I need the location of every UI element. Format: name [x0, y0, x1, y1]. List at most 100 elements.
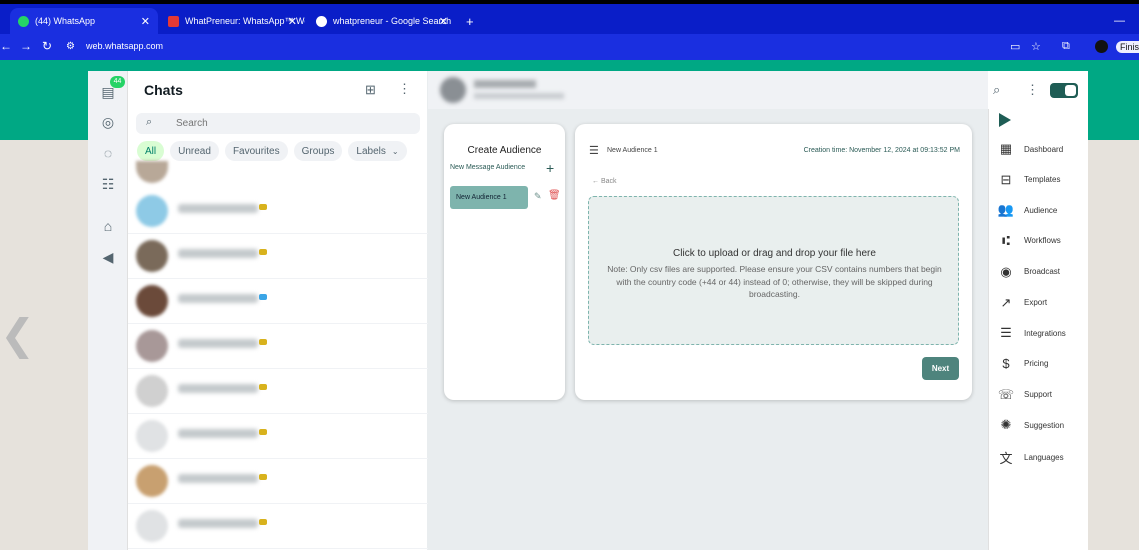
whatsapp-app: ▤ 44 ◎ ◌ ☷ ⌂ ◀ Chats ⊞ ⋮ ⌕ All Unread Fa…: [88, 71, 1088, 550]
megaphone-icon[interactable]: ◀: [99, 248, 117, 266]
chat-list-item[interactable]: [128, 504, 428, 549]
menu-item-workflows[interactable]: ⑆ Workflows: [997, 233, 1061, 248]
finish-update-button[interactable]: Finish: [1116, 41, 1139, 53]
menu-icon[interactable]: ☰: [589, 144, 599, 157]
more-options-icon[interactable]: ⋮: [1026, 82, 1039, 98]
menu-item-languages[interactable]: 文 Languages: [997, 448, 1063, 467]
avatar: [136, 330, 168, 362]
new-message-audience-label: New Message Audience: [450, 164, 526, 171]
avatar: [136, 161, 168, 183]
site-settings-icon[interactable]: ⚙: [66, 41, 75, 52]
search-box: ⌕: [136, 113, 420, 134]
new-tab-button[interactable]: +: [458, 8, 478, 34]
minimize-icon[interactable]: —: [1106, 8, 1126, 34]
extension-toggle[interactable]: [1050, 83, 1078, 98]
filter-unread[interactable]: Unread: [170, 141, 219, 161]
avatar[interactable]: [440, 77, 466, 103]
extensions-icon[interactable]: ⧉: [1062, 40, 1070, 53]
support-icon: ☏: [997, 386, 1015, 402]
chats-title: Chats: [144, 82, 183, 98]
arrow-left-icon: ←: [592, 178, 601, 185]
filter-all[interactable]: All: [137, 141, 165, 161]
more-options-icon[interactable]: ⋮: [398, 81, 411, 97]
menu-item-audience[interactable]: 👥 Audience: [997, 202, 1057, 218]
chat-list-item[interactable]: [128, 324, 428, 369]
status-icon[interactable]: ◎: [99, 113, 117, 131]
add-audience-icon[interactable]: +: [546, 160, 554, 176]
tab-whatsapp[interactable]: (44) WhatsApp ✕: [10, 8, 158, 34]
label-tag-icon: [259, 384, 267, 390]
menu-item-export[interactable]: ↗ Export: [997, 294, 1048, 311]
broadcast-icon: ◉: [1000, 263, 1012, 279]
chat-name-blurred: [178, 294, 258, 303]
profile-avatar[interactable]: [1095, 40, 1108, 53]
back-label: Back: [600, 178, 617, 185]
reload-icon[interactable]: ↻: [42, 39, 52, 53]
file-dropzone[interactable]: Click to upload or drag and drop your fi…: [588, 196, 959, 345]
nav-rail: ▤ 44 ◎ ◌ ☷ ⌂ ◀: [88, 71, 128, 550]
menu-item-label: Support: [1024, 390, 1053, 400]
search-input[interactable]: [176, 116, 406, 131]
whatpreneur-menu: ▦ Dashboard ⊟ Templates 👥 Audience ⑆ Workflows ◉…: [988, 109, 1088, 550]
menu-item-label: Integrations: [1024, 328, 1066, 338]
tab-google-search[interactable]: whatpreneur - Google Search ✕: [308, 8, 456, 34]
menu-item-integrations[interactable]: ☰ Integrations: [997, 325, 1066, 341]
install-app-icon[interactable]: ▭: [1010, 40, 1020, 53]
chat-list-item[interactable]: [128, 279, 428, 324]
chat-name-blurred: [178, 204, 258, 213]
close-icon[interactable]: ✕: [439, 15, 448, 28]
back-arrow-icon[interactable]: ←: [0, 39, 12, 53]
dashboard-icon: ▦: [999, 141, 1013, 156]
new-chat-icon[interactable]: ⊞: [365, 82, 376, 98]
close-icon[interactable]: ✕: [288, 15, 297, 28]
filter-labels[interactable]: Labels ⌄: [348, 141, 407, 161]
menu-item-label: Dashboard: [1024, 144, 1064, 154]
chat-list-item[interactable]: [128, 459, 428, 504]
chat-name-blurred: [178, 474, 258, 483]
forward-arrow-icon[interactable]: →: [20, 39, 32, 53]
chat-list-item[interactable]: [128, 234, 428, 279]
menu-item-support[interactable]: ☏ Support: [997, 387, 1052, 403]
avatar: [136, 240, 168, 272]
label-tag-icon: [259, 204, 267, 210]
menu-item-label: Templates: [1024, 175, 1061, 185]
languages-icon: 文: [999, 451, 1013, 466]
channels-icon[interactable]: ◌: [99, 144, 117, 162]
contact-name-blurred: [474, 80, 536, 88]
chevron-down-icon: ⌄: [391, 146, 399, 156]
suggestion-icon: ✺: [1000, 417, 1012, 433]
chat-list-item[interactable]: [128, 369, 428, 414]
filter-favourites[interactable]: Favourites: [224, 141, 288, 161]
chat-filters: All Unread Favourites Groups Labels ⌄: [137, 141, 407, 161]
store-icon[interactable]: ⌂: [99, 217, 117, 235]
url-field[interactable]: web.whatsapp.com: [86, 41, 163, 51]
upload-note: Note: Only csv files are supported. Plea…: [607, 264, 942, 299]
audience-list-item[interactable]: New Audience 1: [450, 186, 528, 209]
communities-icon[interactable]: ☷: [99, 175, 117, 193]
tab-title: (44) WhatsApp: [35, 16, 96, 26]
menu-item-templates[interactable]: ⊟ Templates: [997, 172, 1061, 188]
menu-item-broadcast[interactable]: ◉ Broadcast: [997, 264, 1060, 280]
next-button[interactable]: Next: [922, 357, 959, 380]
bookmark-star-icon[interactable]: ☆: [1031, 40, 1041, 53]
label-tag-icon: [259, 339, 267, 345]
edit-icon[interactable]: ✎: [534, 191, 542, 202]
menu-item-label: Broadcast: [1024, 267, 1061, 277]
menu-item-dashboard[interactable]: ▦ Dashboard: [997, 141, 1063, 157]
tab-whatpreneur[interactable]: WhatPreneur: WhatsApp™ Web ✕: [160, 8, 305, 34]
avatar: [136, 285, 168, 317]
chevron-left-icon[interactable]: ❮: [0, 310, 35, 359]
chat-list-item[interactable]: [128, 189, 428, 234]
trash-icon[interactable]: 🗑: [548, 190, 561, 201]
export-icon: ↗: [1000, 294, 1012, 310]
back-link[interactable]: ← Back: [592, 178, 617, 185]
chat-list-item[interactable]: [128, 414, 428, 459]
menu-item-suggestion[interactable]: ✺ Suggestion: [997, 417, 1064, 433]
menu-item-pricing[interactable]: $ Pricing: [997, 356, 1048, 371]
creation-time: Creation time: November 12, 2024 at 09:1…: [803, 147, 960, 154]
close-icon[interactable]: ✕: [141, 15, 150, 28]
filter-label-text: Labels: [356, 145, 386, 157]
filter-groups[interactable]: Groups: [293, 141, 343, 161]
label-tag-icon: [259, 429, 267, 435]
search-icon[interactable]: ⌕: [993, 82, 1000, 98]
